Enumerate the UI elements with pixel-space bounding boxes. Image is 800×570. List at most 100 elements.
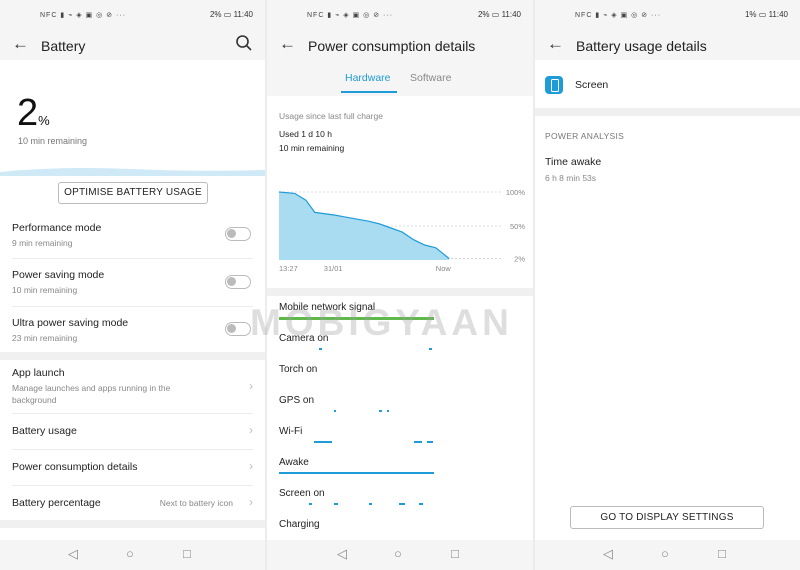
nav-home-icon[interactable]: ○ [661,546,669,561]
category-label: Camera on [279,333,329,344]
power-saving-mode-toggle[interactable] [225,275,251,289]
nav-home-icon[interactable]: ○ [126,546,134,561]
page-title: Power consumption details [308,38,476,54]
battery-usage-row[interactable]: Battery usage › [12,423,253,437]
back-arrow-icon[interactable]: ← [12,34,29,54]
tab-indicator [341,91,397,93]
category-label: Screen on [279,488,325,499]
category-label: Torch on [279,364,318,375]
activity-bar [334,503,338,505]
ultra-power-saving-row[interactable]: Ultra power saving mode 23 min remaining [12,317,253,344]
category-label: Awake [279,457,309,468]
y-tick-label: 100% [506,188,526,197]
display-settings-button[interactable]: GO TO DISPLAY SETTINGS [570,506,764,529]
nav-bar: ◁ ○ □ [0,540,265,570]
nav-back-icon[interactable]: ◁ [603,546,613,562]
page-title: Battery usage details [576,38,707,54]
battery-percentage-row[interactable]: Battery percentage Next to battery icon … [12,495,253,509]
row-title: Power consumption details [12,461,138,473]
battery-usage-details-screen: NFC ▮ ⌁ ◈ ▣ ◎ ⊘ ··· 1% ▭ 11:40 ← Battery… [535,0,800,570]
y-tick-label: 50% [510,222,525,231]
app-bar: ← Power consumption details [267,30,533,60]
battery-screen: NFC ▮ ⌁ ◈ ▣ ◎ ⊘ ··· 2% ▭ 11:40 ← Battery… [0,0,265,570]
chevron-right-icon: › [249,459,253,473]
category-label: Charging [279,519,320,530]
section-header: POWER ANALYSIS [545,131,625,141]
category-label: Wi-Fi [279,426,303,437]
back-arrow-icon[interactable]: ← [279,34,296,54]
battery-remaining: 10 min remaining [18,136,88,146]
row-subtitle: 9 min remaining [12,238,73,248]
tab-software[interactable]: Software [410,72,451,84]
nav-home-icon[interactable]: ○ [394,546,402,561]
time-awake-label: Time awake [545,156,602,168]
nav-recent-icon[interactable]: □ [451,546,459,561]
nav-back-icon[interactable]: ◁ [68,546,78,562]
section-separator [267,288,533,296]
row-title: Performance mode [12,222,102,234]
divider [12,413,253,414]
x-tick-label: Now [436,264,452,273]
activity-bar [369,503,372,505]
nav-bar: ◁ ○ □ [535,540,800,570]
section-separator [0,520,265,528]
chevron-right-icon: › [249,495,253,509]
nav-back-icon[interactable]: ◁ [337,546,347,562]
app-launch-row[interactable]: App launch Manage launches and apps runn… [12,367,253,406]
divider [12,485,253,486]
divider [12,306,253,307]
y-tick-label: 2% [514,255,525,264]
activity-bar [379,410,382,412]
performance-mode-row[interactable]: Performance mode 9 min remaining [12,222,253,249]
section-separator [535,108,800,116]
search-icon[interactable] [235,34,253,52]
status-battery: 2% ▭ 11:40 [209,10,253,19]
power-consumption-row[interactable]: Power consumption details › [12,459,253,473]
time-awake-value: 6 h 8 min 53s [545,173,597,183]
nav-recent-icon[interactable]: □ [718,546,726,561]
screen-icon [545,76,563,94]
activity-bar [334,410,336,412]
optimise-battery-button[interactable]: OPTIMISE BATTERY USAGE [58,182,208,204]
status-bar: NFC ▮ ⌁ ◈ ▣ ◎ ⊘ ··· 1% ▭ 11:40 [535,0,800,30]
power-consumption-screen: NFC ▮ ⌁ ◈ ▣ ◎ ⊘ ··· 2% ▭ 11:40 ← Power c… [267,0,533,570]
row-title: Battery usage [12,425,77,437]
battery-percentage: 2% [17,92,50,134]
nav-bar: ◁ ○ □ [267,540,533,570]
app-bar: ← Battery [0,30,265,60]
activity-bar [279,317,434,320]
battery-wave [0,168,265,176]
used-duration: Used 1 d 10 h [279,129,332,139]
row-title: Power saving mode [12,269,105,281]
activity-bar [414,441,422,443]
section-separator [0,352,265,360]
chevron-right-icon: › [249,379,253,393]
status-battery: 1% ▭ 11:40 [744,10,788,19]
activity-bar [387,410,389,412]
chevron-right-icon: › [249,423,253,437]
performance-mode-toggle[interactable] [225,227,251,241]
activity-bar [427,441,433,443]
activity-bar [429,348,432,350]
divider [12,449,253,450]
category-label: GPS on [279,395,315,406]
status-bar: NFC ▮ ⌁ ◈ ▣ ◎ ⊘ ··· 2% ▭ 11:40 [267,0,533,30]
status-bar: NFC ▮ ⌁ ◈ ▣ ◎ ⊘ ··· 2% ▭ 11:40 [0,0,265,30]
category-label: Mobile network signal [279,302,376,313]
activity-bar [399,503,405,505]
row-value: Next to battery icon [159,498,233,508]
row-title: App launch [12,367,65,379]
status-icons: NFC ▮ ⌁ ◈ ▣ ◎ ⊘ ··· [575,12,662,19]
ultra-power-saving-toggle[interactable] [225,322,251,336]
power-saving-mode-row[interactable]: Power saving mode 10 min remaining [12,269,253,296]
nav-recent-icon[interactable]: □ [183,546,191,561]
activity-bar [314,441,332,443]
tab-hardware[interactable]: Hardware [345,72,391,84]
row-subtitle: Manage launches and apps running in the … [12,383,171,405]
usage-since-label: Usage since last full charge [279,111,383,121]
row-subtitle: 10 min remaining [12,285,78,295]
back-arrow-icon[interactable]: ← [547,34,564,54]
tab-bar: Hardware Software [267,60,533,96]
divider [12,258,253,259]
battery-level-chart: 100% 50% 2% 13:27 31/01 Now [278,188,526,273]
